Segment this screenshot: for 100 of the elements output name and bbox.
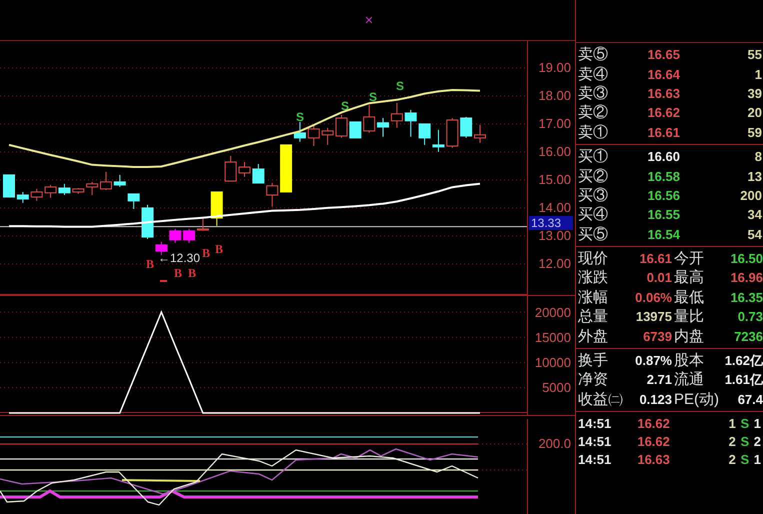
trade-volume: 2 (728, 434, 736, 448)
price-tag: 13.33 (529, 216, 573, 230)
stat-label: 内盘 (673, 328, 705, 344)
trade-volume: 2 (728, 452, 736, 466)
order-price: 16.63 (646, 86, 680, 100)
order-label: 卖⑤ (578, 47, 609, 62)
axis-label: 5000 (542, 381, 571, 394)
axis-label: 17.00 (538, 117, 571, 130)
order-volume: 8 (754, 150, 762, 164)
axis-label: 200.0 (538, 437, 571, 450)
axis-label: 14.00 (538, 201, 571, 214)
order-price: 16.65 (646, 48, 680, 62)
sell-signal: S (396, 79, 404, 93)
stat-label: 最高 (673, 270, 705, 286)
trade-time: 14:51 (578, 416, 612, 430)
stat-label: 今开 (673, 251, 705, 266)
trade-count: 1 (754, 452, 762, 466)
trade-side: S (739, 452, 750, 466)
stat-value: 7236 (733, 330, 763, 343)
axis-label: 20000 (534, 306, 571, 319)
order-label: 卖④ (578, 66, 609, 82)
order-label: 买⑤ (578, 226, 609, 242)
stat-value: 0.01 (646, 271, 672, 284)
order-label: 卖② (578, 105, 609, 120)
sell-signal: S (341, 99, 349, 113)
order-price: 16.62 (646, 106, 680, 120)
order-label: 买② (578, 168, 609, 184)
axis-label: 13.00 (538, 229, 571, 242)
trade-time: 14:51 (578, 434, 612, 448)
trade-price: 16.63 (636, 452, 670, 466)
order-volume: 13 (746, 170, 762, 183)
axis-label: 19.00 (538, 61, 571, 74)
stat-value: 0.87% (634, 354, 672, 368)
trade-count: 1 (754, 416, 762, 430)
order-volume: 54 (746, 228, 762, 241)
stat-value: 16.61 (638, 252, 672, 266)
trade-side: S (739, 416, 750, 430)
order-price: 16.54 (646, 228, 680, 241)
stat-label: 收益㈡ (578, 392, 624, 407)
stat-value: 16.50 (729, 252, 763, 266)
stat-label: 总量 (578, 309, 609, 324)
trade-volume: 1 (728, 416, 736, 430)
stat-label: 流通 (673, 372, 705, 388)
stat-label: 涨幅 (578, 290, 609, 305)
buy-signal: B (202, 246, 210, 260)
axis-label: 15.00 (538, 173, 571, 186)
order-volume: 59 (746, 126, 762, 139)
stat-value: 1.62亿 (724, 354, 763, 368)
trade-price: 16.62 (636, 416, 670, 430)
order-price: 16.58 (646, 170, 680, 183)
axis-label: 12.00 (538, 257, 571, 270)
order-label: 买③ (578, 188, 609, 203)
stat-value: 2.71 (646, 373, 672, 386)
cross-icon (366, 17, 372, 23)
order-volume: 39 (746, 86, 762, 100)
stat-label: 涨跌 (578, 270, 609, 286)
stat-value: 67.4 (736, 392, 763, 406)
stat-value: 13975 (634, 310, 672, 324)
buy-signal: B (174, 266, 182, 280)
stat-label: 股本 (673, 353, 705, 368)
order-price: 16.61 (646, 126, 680, 139)
order-price: 16.55 (646, 208, 680, 222)
trade-side: S (739, 434, 750, 448)
stat-label: 换手 (578, 353, 609, 368)
stat-value: 0.123 (638, 392, 672, 406)
stat-value: 6739 (642, 330, 672, 343)
order-volume: 34 (746, 208, 762, 222)
sell-signal: S (369, 90, 377, 104)
order-label: 卖③ (578, 86, 609, 101)
stat-label: 外盘 (578, 328, 609, 344)
order-label: 买① (578, 149, 609, 164)
buy-signal: B (146, 257, 154, 271)
order-price: 16.60 (646, 150, 680, 164)
sell-signal: S (296, 110, 304, 124)
stat-label: 最低 (673, 290, 705, 305)
axis-label: 18.00 (538, 89, 571, 102)
buy-signal: B (215, 242, 223, 256)
order-label: 卖① (578, 124, 609, 140)
order-volume: 55 (746, 48, 762, 62)
order-volume: 20 (746, 106, 762, 120)
stat-label: 量比 (673, 309, 705, 324)
stat-value: 0.06% (634, 290, 672, 304)
stat-label: 现价 (578, 251, 609, 266)
stat-value: 0.73 (736, 310, 763, 324)
axis-label: 10000 (534, 356, 571, 370)
stat-label: 净资 (578, 372, 609, 388)
stat-value: 1.61亿 (724, 373, 763, 386)
axis-label: 15000 (534, 330, 571, 344)
order-label: 买④ (578, 207, 609, 222)
order-volume: 200 (739, 188, 762, 202)
trade-count: 2 (754, 434, 762, 448)
stat-value: 16.96 (729, 271, 763, 284)
low-price-label: ←12.30 (158, 251, 200, 265)
order-volume: 1 (754, 68, 762, 81)
axis-label: 16.00 (538, 145, 571, 158)
low-mark (160, 280, 167, 282)
stat-value: 16.35 (729, 290, 763, 304)
stat-label: PE(动) (673, 392, 716, 407)
order-price: 16.56 (646, 188, 680, 202)
buy-signal: B (188, 266, 196, 280)
